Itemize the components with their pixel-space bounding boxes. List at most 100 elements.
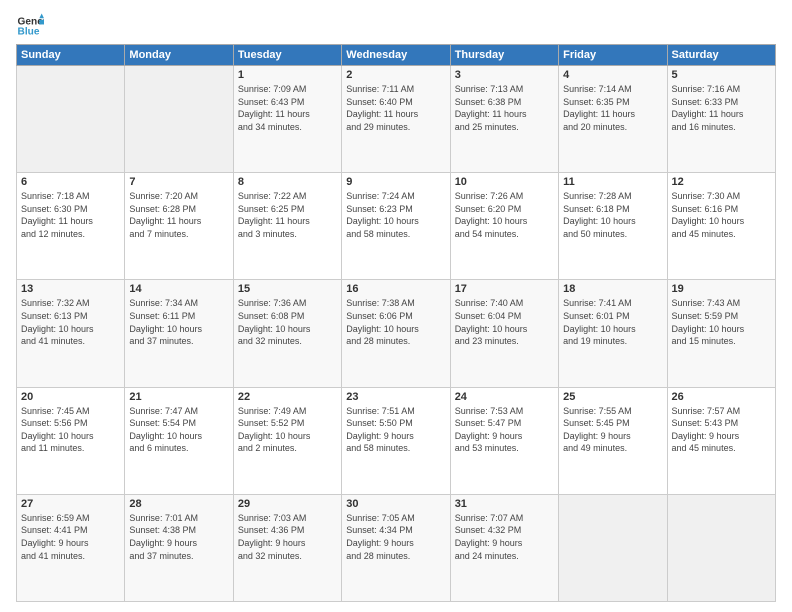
day-info: Sunrise: 7:07 AM Sunset: 4:32 PM Dayligh… [455, 512, 554, 562]
header: General Blue [16, 12, 776, 40]
day-info: Sunrise: 7:55 AM Sunset: 5:45 PM Dayligh… [563, 405, 662, 455]
day-number: 22 [238, 391, 337, 403]
day-number: 26 [672, 391, 771, 403]
day-number: 12 [672, 176, 771, 188]
calendar-cell: 21 Sunrise: 7:47 AM Sunset: 5:54 PM Dayli… [125, 387, 233, 494]
day-number: 29 [238, 498, 337, 510]
day-number: 27 [21, 498, 120, 510]
calendar-cell: 6 Sunrise: 7:18 AM Sunset: 6:30 PM Daylig… [17, 173, 125, 280]
calendar-cell: 14 Sunrise: 7:34 AM Sunset: 6:11 PM Dayli… [125, 280, 233, 387]
day-info: Sunrise: 7:34 AM Sunset: 6:11 PM Dayligh… [129, 297, 228, 347]
day-header-monday: Monday [125, 45, 233, 66]
day-number: 19 [672, 283, 771, 295]
day-info: Sunrise: 7:24 AM Sunset: 6:23 PM Dayligh… [346, 190, 445, 240]
day-number: 28 [129, 498, 228, 510]
calendar-cell: 20Sunrise: 7:45 AM Sunset: 5:56 PM Dayli… [17, 387, 125, 494]
day-info: Sunrise: 7:57 AM Sunset: 5:43 PM Dayligh… [672, 405, 771, 455]
day-number: 8 [238, 176, 337, 188]
calendar-week-4: 20Sunrise: 7:45 AM Sunset: 5:56 PM Dayli… [17, 387, 776, 494]
day-info: Sunrise: 7:40 AM Sunset: 6:04 PM Dayligh… [455, 297, 554, 347]
day-info: Sunrise: 7:09 AM Sunset: 6:43 PM Dayligh… [238, 83, 337, 133]
logo-icon: General Blue [16, 12, 44, 40]
calendar-cell: 12 Sunrise: 7:30 AM Sunset: 6:16 PM Dayli… [667, 173, 775, 280]
svg-text:Blue: Blue [18, 27, 40, 38]
calendar-cell [125, 66, 233, 173]
day-header-wednesday: Wednesday [342, 45, 450, 66]
calendar-week-1: 1Sunrise: 7:09 AM Sunset: 6:43 PM Daylig… [17, 66, 776, 173]
calendar-cell: 29 Sunrise: 7:03 AM Sunset: 4:36 PM Dayli… [233, 494, 341, 601]
day-info: Sunrise: 7:26 AM Sunset: 6:20 PM Dayligh… [455, 190, 554, 240]
day-info: Sunrise: 7:38 AM Sunset: 6:06 PM Dayligh… [346, 297, 445, 347]
calendar-page: General Blue SundayMondayTuesdayWednesda… [0, 0, 792, 612]
day-info: Sunrise: 7:05 AM Sunset: 4:34 PM Dayligh… [346, 512, 445, 562]
day-info: Sunrise: 7:22 AM Sunset: 6:25 PM Dayligh… [238, 190, 337, 240]
day-info: Sunrise: 7:03 AM Sunset: 4:36 PM Dayligh… [238, 512, 337, 562]
calendar-cell: 23 Sunrise: 7:51 AM Sunset: 5:50 PM Dayli… [342, 387, 450, 494]
day-number: 24 [455, 391, 554, 403]
day-number: 7 [129, 176, 228, 188]
calendar-header-row: SundayMondayTuesdayWednesdayThursdayFrid… [17, 45, 776, 66]
calendar-cell: 22 Sunrise: 7:49 AM Sunset: 5:52 PM Dayli… [233, 387, 341, 494]
calendar-cell [17, 66, 125, 173]
day-info: Sunrise: 7:18 AM Sunset: 6:30 PM Dayligh… [21, 190, 120, 240]
day-number: 2 [346, 69, 445, 81]
day-info: Sunrise: 6:59 AM Sunset: 4:41 PM Dayligh… [21, 512, 120, 562]
day-header-thursday: Thursday [450, 45, 558, 66]
day-number: 17 [455, 283, 554, 295]
calendar-cell: 17 Sunrise: 7:40 AM Sunset: 6:04 PM Dayli… [450, 280, 558, 387]
day-info: Sunrise: 7:11 AM Sunset: 6:40 PM Dayligh… [346, 83, 445, 133]
day-info: Sunrise: 7:53 AM Sunset: 5:47 PM Dayligh… [455, 405, 554, 455]
calendar-cell: 27 Sunrise: 6:59 AM Sunset: 4:41 PM Dayli… [17, 494, 125, 601]
day-info: Sunrise: 7:49 AM Sunset: 5:52 PM Dayligh… [238, 405, 337, 455]
day-number: 21 [129, 391, 228, 403]
day-info: Sunrise: 7:43 AM Sunset: 5:59 PM Dayligh… [672, 297, 771, 347]
calendar-cell: 16 Sunrise: 7:38 AM Sunset: 6:06 PM Dayli… [342, 280, 450, 387]
calendar-cell: 9 Sunrise: 7:24 AM Sunset: 6:23 PM Daylig… [342, 173, 450, 280]
day-number: 25 [563, 391, 662, 403]
day-number: 23 [346, 391, 445, 403]
day-number: 5 [672, 69, 771, 81]
day-number: 6 [21, 176, 120, 188]
day-header-sunday: Sunday [17, 45, 125, 66]
day-number: 31 [455, 498, 554, 510]
day-number: 14 [129, 283, 228, 295]
calendar-cell: 28Sunrise: 7:01 AM Sunset: 4:38 PM Dayli… [125, 494, 233, 601]
calendar-cell: 8 Sunrise: 7:22 AM Sunset: 6:25 PM Daylig… [233, 173, 341, 280]
calendar-cell: 10 Sunrise: 7:26 AM Sunset: 6:20 PM Dayli… [450, 173, 558, 280]
calendar-cell: 4 Sunrise: 7:14 AM Sunset: 6:35 PM Daylig… [559, 66, 667, 173]
day-info: Sunrise: 7:47 AM Sunset: 5:54 PM Dayligh… [129, 405, 228, 455]
day-info: Sunrise: 7:30 AM Sunset: 6:16 PM Dayligh… [672, 190, 771, 240]
calendar-cell: 11Sunrise: 7:28 AM Sunset: 6:18 PM Dayli… [559, 173, 667, 280]
day-info: Sunrise: 7:45 AM Sunset: 5:56 PM Dayligh… [21, 405, 120, 455]
day-header-tuesday: Tuesday [233, 45, 341, 66]
day-info: Sunrise: 7:51 AM Sunset: 5:50 PM Dayligh… [346, 405, 445, 455]
calendar-cell: 25 Sunrise: 7:55 AM Sunset: 5:45 PM Dayli… [559, 387, 667, 494]
day-number: 4 [563, 69, 662, 81]
day-info: Sunrise: 7:14 AM Sunset: 6:35 PM Dayligh… [563, 83, 662, 133]
day-number: 15 [238, 283, 337, 295]
calendar-cell [667, 494, 775, 601]
day-info: Sunrise: 7:36 AM Sunset: 6:08 PM Dayligh… [238, 297, 337, 347]
day-info: Sunrise: 7:13 AM Sunset: 6:38 PM Dayligh… [455, 83, 554, 133]
calendar-week-2: 6 Sunrise: 7:18 AM Sunset: 6:30 PM Daylig… [17, 173, 776, 280]
calendar-week-3: 13Sunrise: 7:32 AM Sunset: 6:13 PM Dayli… [17, 280, 776, 387]
day-number: 16 [346, 283, 445, 295]
calendar-cell [559, 494, 667, 601]
day-number: 9 [346, 176, 445, 188]
day-number: 10 [455, 176, 554, 188]
calendar-table: SundayMondayTuesdayWednesdayThursdayFrid… [16, 44, 776, 602]
calendar-cell: 19 Sunrise: 7:43 AM Sunset: 5:59 PM Dayli… [667, 280, 775, 387]
day-info: Sunrise: 7:16 AM Sunset: 6:33 PM Dayligh… [672, 83, 771, 133]
day-header-saturday: Saturday [667, 45, 775, 66]
day-number: 3 [455, 69, 554, 81]
day-info: Sunrise: 7:20 AM Sunset: 6:28 PM Dayligh… [129, 190, 228, 240]
calendar-cell: 18Sunrise: 7:41 AM Sunset: 6:01 PM Dayli… [559, 280, 667, 387]
day-number: 30 [346, 498, 445, 510]
calendar-cell: 3 Sunrise: 7:13 AM Sunset: 6:38 PM Daylig… [450, 66, 558, 173]
calendar-cell: 24 Sunrise: 7:53 AM Sunset: 5:47 PM Dayli… [450, 387, 558, 494]
logo: General Blue [16, 12, 50, 40]
calendar-cell: 1Sunrise: 7:09 AM Sunset: 6:43 PM Daylig… [233, 66, 341, 173]
calendar-cell: 15 Sunrise: 7:36 AM Sunset: 6:08 PM Dayli… [233, 280, 341, 387]
day-number: 13 [21, 283, 120, 295]
calendar-cell: 5 Sunrise: 7:16 AM Sunset: 6:33 PM Daylig… [667, 66, 775, 173]
